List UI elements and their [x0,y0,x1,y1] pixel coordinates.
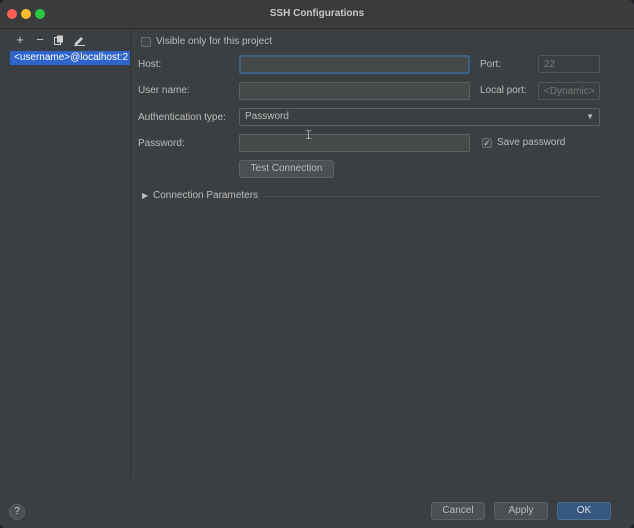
connection-parameters-label: Connection Parameters [153,190,259,201]
auth-type-value: Password [245,111,289,122]
section-divider [264,196,602,197]
help-button[interactable]: ? [9,504,25,520]
auth-type-select[interactable]: Password ▼ [239,108,600,126]
username-input[interactable] [239,82,470,100]
title-bar: SSH Configurations [0,0,634,29]
apply-button[interactable]: Apply [494,502,548,520]
cancel-button[interactable]: Cancel [431,502,485,520]
port-input[interactable] [538,55,600,73]
port-label: Port: [480,59,502,70]
sidebar-item-config[interactable]: <username>@localhost:2 [10,51,130,65]
visible-only-checkbox[interactable] [141,37,151,47]
ssh-configurations-dialog: SSH Configurations + − <username>@localh… [0,0,634,528]
configurations-sidebar: + − <username>@localhost:2 [0,29,131,479]
connection-parameters-section[interactable]: ▶ Connection Parameters [140,188,602,204]
save-password-label: Save password [497,137,566,148]
visible-only-label: Visible only for this project [156,36,272,47]
edit-icon[interactable] [72,33,86,47]
password-input[interactable] [239,134,470,152]
ok-button[interactable]: OK [557,502,611,520]
host-label: Host: [138,59,162,70]
save-password-checkbox[interactable]: ✓ [482,138,492,148]
username-label: User name: [138,85,190,96]
local-port-input[interactable] [538,82,600,100]
test-connection-button[interactable]: Test Connection [239,160,334,178]
chevron-right-icon: ▶ [142,191,149,200]
text-cursor-icon: 𝙸 [304,127,314,142]
sidebar-toolbar: + − [0,29,130,51]
minus-icon[interactable]: − [33,33,47,47]
host-input[interactable] [239,55,470,74]
local-port-label: Local port: [480,85,527,96]
window-title: SSH Configurations [269,8,365,19]
chevron-down-icon: ▼ [586,112,594,121]
plus-icon[interactable]: + [13,33,27,47]
copy-icon[interactable] [52,33,66,47]
auth-type-label: Authentication type: [138,112,226,123]
password-label: Password: [138,138,185,149]
